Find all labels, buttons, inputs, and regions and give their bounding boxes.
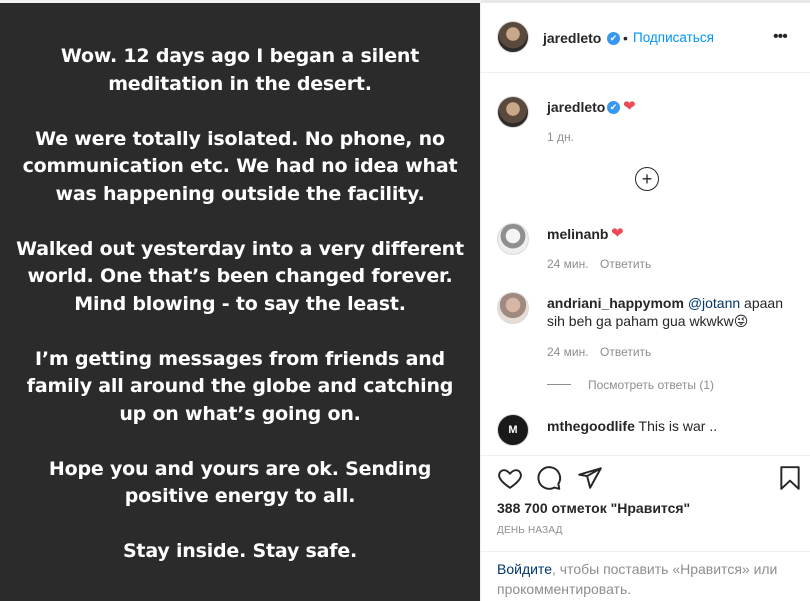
heart-emoji-icon: ❤ xyxy=(623,98,636,115)
post-time: ДЕНЬ НАЗАД xyxy=(497,525,563,536)
avatar[interactable] xyxy=(497,21,529,53)
post-header: jaredleto ✔ • Подписаться ••• xyxy=(481,0,810,73)
like-count[interactable]: 388 700 отметок "Нравится" xyxy=(497,500,690,516)
post-paragraph-4: I’m getting messages from friends and fa… xyxy=(26,347,454,425)
reply-button[interactable]: Ответить xyxy=(600,345,651,359)
comments-section[interactable]: jaredleto ✔ ❤ 1 дн. + melinanb ❤ 24 мин.… xyxy=(481,73,810,455)
follow-button[interactable]: Подписаться xyxy=(633,30,714,45)
login-link[interactable]: Войдите xyxy=(497,561,552,577)
reply-button[interactable]: Ответить xyxy=(600,257,651,271)
mention-link[interactable]: @jotann xyxy=(688,295,740,311)
post-paragraph-2: We were totally isolated. No phone, no c… xyxy=(22,127,458,205)
post-paragraph-5: Hope you and yours are ok. Sending posit… xyxy=(48,457,432,508)
post-paragraph-3: Walked out yesterday into a very differe… xyxy=(16,237,464,315)
comment-time: 24 мин. xyxy=(547,345,589,359)
caption-username[interactable]: jaredleto xyxy=(547,99,605,115)
login-prompt: Войдите, чтобы поставить «Нравится» или … xyxy=(481,551,810,601)
verified-icon: ✔ xyxy=(607,101,620,114)
heart-emoji-icon: ❤ xyxy=(611,225,624,242)
login-prompt-text: Войдите, чтобы поставить «Нравится» или … xyxy=(497,559,797,599)
post-actions: 388 700 отметок "Нравится" ДЕНЬ НАЗАД xyxy=(481,455,810,551)
load-more-comments-icon[interactable]: + xyxy=(635,167,659,191)
separator-dot: • xyxy=(623,30,628,46)
comment-icon[interactable] xyxy=(536,465,562,491)
caption-avatar[interactable] xyxy=(497,96,529,128)
view-replies-button[interactable]: Посмотреть ответы (1) xyxy=(588,378,714,392)
share-icon[interactable] xyxy=(577,465,603,491)
comment-avatar[interactable] xyxy=(497,223,529,255)
post-image[interactable]: Wow. 12 days ago I began a silent medita… xyxy=(0,0,480,601)
comment-username[interactable]: mthegoodlife xyxy=(547,418,635,434)
comment-username[interactable]: andriani_happymom xyxy=(547,295,684,311)
comment-text: mthegoodlife This is war .. xyxy=(547,417,797,435)
comment-avatar[interactable] xyxy=(497,292,529,324)
bookmark-icon[interactable] xyxy=(777,465,803,491)
comment-username[interactable]: melinanb xyxy=(547,226,608,242)
caption-time: 1 дн. xyxy=(547,130,574,144)
comment-body: This is war .. xyxy=(638,418,718,434)
winking-tongue-emoji-icon: 😜 xyxy=(733,313,749,329)
comment-avatar[interactable]: M xyxy=(497,414,529,446)
comment-text: andriani_happymom @jotann apaan sih beh … xyxy=(547,294,797,330)
header-username[interactable]: jaredleto xyxy=(543,30,601,46)
like-heart-icon[interactable] xyxy=(497,465,523,491)
post-image-text: Wow. 12 days ago I began a silent medita… xyxy=(0,43,480,593)
comment-time: 24 мин. xyxy=(547,257,589,271)
post-paragraph-6: Stay inside. Stay safe. xyxy=(122,540,358,562)
post-paragraph-1: Wow. 12 days ago I began a silent medita… xyxy=(60,45,420,95)
post-sidebar: jaredleto ✔ • Подписаться ••• jaredleto … xyxy=(480,0,810,601)
replies-divider xyxy=(547,384,571,385)
verified-icon: ✔ xyxy=(607,32,620,45)
more-options-icon[interactable]: ••• xyxy=(773,28,788,46)
